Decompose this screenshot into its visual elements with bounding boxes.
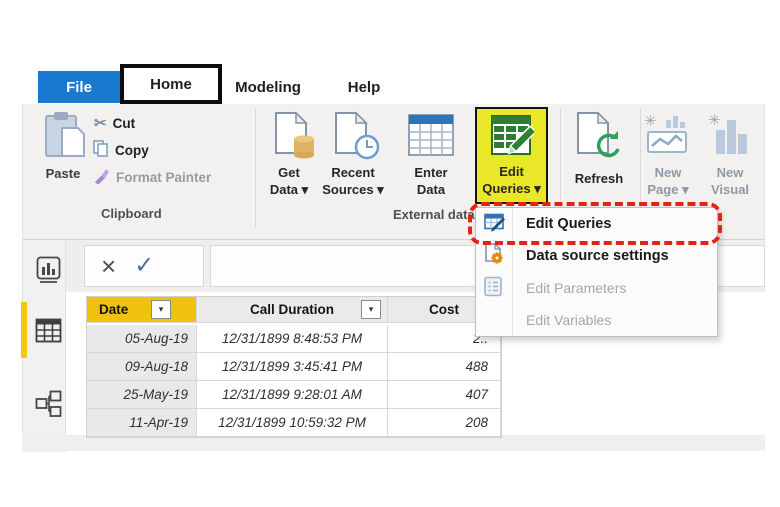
- paste-clipboard-icon: [40, 112, 88, 166]
- recent-sources-label: Recent Sources ▾: [322, 165, 384, 197]
- data-source-settings-icon: [484, 242, 504, 269]
- model-view-button[interactable]: [35, 390, 62, 423]
- paste-button[interactable]: [40, 110, 88, 162]
- data-view-icon: [35, 318, 62, 347]
- table-cell[interactable]: 488: [388, 353, 501, 381]
- table-cell[interactable]: 25-May-19: [87, 381, 197, 409]
- column-header-call-duration[interactable]: Call Duration ▾: [197, 297, 388, 323]
- get-data-label: Get Data ▾: [269, 165, 309, 197]
- refresh-button[interactable]: [574, 111, 622, 168]
- new-page-button[interactable]: ✳: [644, 112, 690, 161]
- accept-formula-button[interactable]: ✓: [134, 254, 154, 278]
- data-view-button[interactable]: [35, 318, 62, 348]
- scissors-icon: ✂: [94, 115, 107, 132]
- model-view-icon: [35, 390, 62, 422]
- edit-queries-button[interactable]: Edit Queries ▾: [475, 107, 548, 204]
- tab-modeling[interactable]: Modeling: [230, 71, 306, 103]
- formula-commit-box: × ✓: [84, 245, 204, 287]
- table-cell[interactable]: 12/31/1899 9:28:01 AM: [197, 381, 388, 409]
- data-view-selection-bar: [21, 302, 27, 358]
- format-painter-label: Format Painter: [116, 169, 212, 185]
- copy-icon: [93, 140, 109, 160]
- cut-label: Cut: [112, 115, 136, 131]
- data-grid: Date ▾ Call Duration ▾ Cost 05-Aug-19 12…: [86, 296, 502, 438]
- group-separator: [255, 108, 256, 228]
- table-cell[interactable]: 12/31/1899 3:45:41 PM: [197, 353, 388, 381]
- tab-help[interactable]: Help: [340, 71, 388, 103]
- enter-data-label: Enter Data: [414, 165, 448, 197]
- report-view-button[interactable]: [36, 256, 61, 288]
- recent-sources-button[interactable]: [332, 111, 380, 166]
- date-filter-dropdown[interactable]: ▾: [151, 300, 171, 319]
- table-cell[interactable]: 05-Aug-19: [87, 325, 197, 353]
- table-cell[interactable]: 12/31/1899 10:59:32 PM: [197, 409, 388, 437]
- enter-data-button[interactable]: [408, 114, 454, 161]
- paste-label: Paste: [45, 166, 81, 181]
- edit-queries-icon: [490, 114, 537, 161]
- new-visual-label: New Visual: [710, 165, 750, 197]
- call-duration-filter-dropdown[interactable]: ▾: [361, 300, 381, 319]
- new-page-icon: ✳: [644, 113, 690, 160]
- cut-button[interactable]: ✂ Cut: [94, 114, 135, 132]
- cancel-formula-button[interactable]: ×: [101, 253, 116, 279]
- format-painter-brush-icon: [93, 167, 110, 187]
- svg-text:✳: ✳: [708, 112, 721, 129]
- tab-home[interactable]: Home: [120, 64, 222, 104]
- copy-label: Copy: [115, 142, 149, 158]
- edit-queries-label: Edit Queries ▾: [482, 164, 541, 196]
- svg-text:✳: ✳: [644, 113, 657, 130]
- new-visual-icon: ✳: [708, 112, 750, 160]
- column-header-date[interactable]: Date ▾: [87, 297, 197, 323]
- table-cell[interactable]: 12/31/1899 8:48:53 PM: [197, 325, 388, 353]
- report-view-icon: [36, 256, 61, 287]
- clipboard-group-label: Clipboard: [101, 206, 162, 221]
- red-dashed-highlight: [468, 202, 722, 245]
- tab-file[interactable]: File: [38, 71, 120, 103]
- recent-sources-icon: [332, 111, 380, 165]
- table-cell[interactable]: 407: [388, 381, 501, 409]
- new-visual-button[interactable]: ✳: [708, 112, 750, 161]
- copy-button[interactable]: Copy: [93, 140, 149, 160]
- table-cell[interactable]: 11-Apr-19: [87, 409, 197, 437]
- new-page-label: New Page ▾: [647, 165, 689, 197]
- table-cell[interactable]: 208: [388, 409, 501, 437]
- menu-item-edit-parameters[interactable]: Edit Parameters: [476, 272, 717, 304]
- powerbi-desktop-window: File Home Modeling Help Paste ✂ Cut Copy: [0, 0, 780, 507]
- edit-parameters-icon: [484, 276, 502, 300]
- enter-data-table-icon: [408, 114, 454, 160]
- get-data-button[interactable]: [272, 111, 318, 166]
- external-data-group-label: External data: [393, 207, 475, 222]
- refresh-icon: [574, 111, 622, 167]
- get-data-icon: [272, 111, 318, 165]
- refresh-label: Refresh: [574, 171, 624, 186]
- menu-item-edit-variables[interactable]: Edit Variables: [476, 304, 717, 336]
- table-cell[interactable]: 09-Aug-18: [87, 353, 197, 381]
- format-painter-button[interactable]: Format Painter: [93, 167, 211, 187]
